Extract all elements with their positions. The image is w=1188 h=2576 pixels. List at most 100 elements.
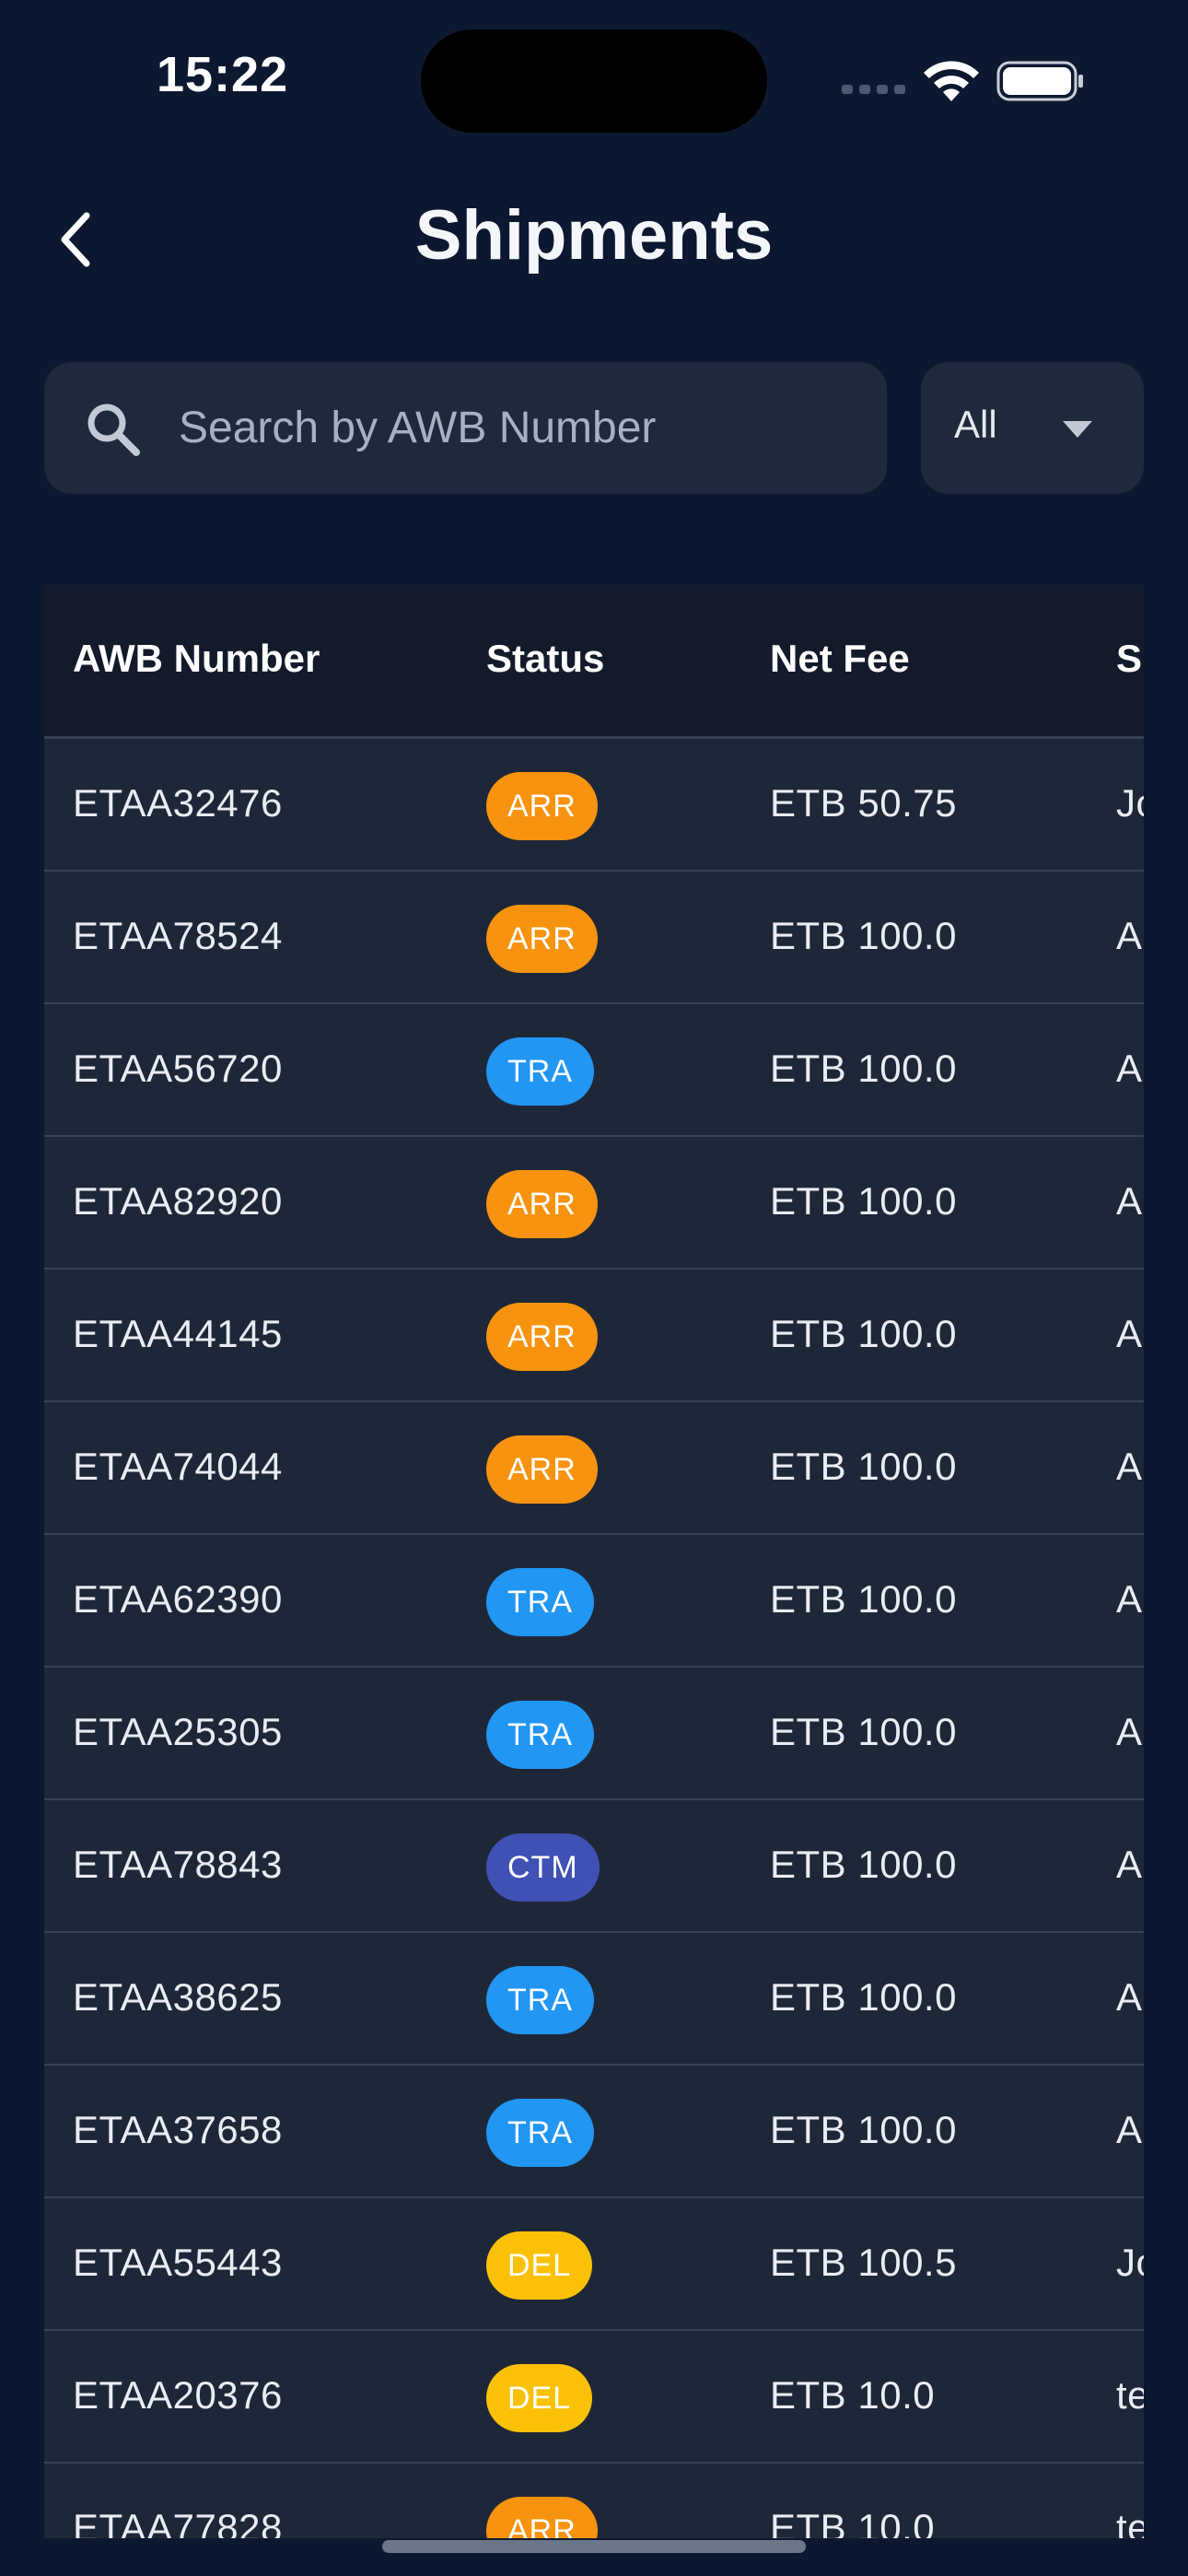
table-row[interactable]: ETAA25305 TRA ETB 100.0 A xyxy=(44,1668,1144,1800)
awb-number-cell: ETAA77828 xyxy=(73,2506,283,2538)
net-fee-cell: ETB 50.75 xyxy=(770,781,957,825)
awb-number-cell: ETAA25305 xyxy=(73,1710,283,1753)
status-time: 15:22 xyxy=(157,47,289,102)
status-badge: ARR xyxy=(486,2497,598,2538)
sender-cell: A xyxy=(1116,1710,1143,1753)
table-row[interactable]: ETAA62390 TRA ETB 100.0 A xyxy=(44,1535,1144,1668)
table-row[interactable]: ETAA78524 ARR ETB 100.0 A xyxy=(44,872,1144,1004)
awb-number-cell: ETAA56720 xyxy=(73,1047,283,1090)
net-fee-cell: ETB 100.0 xyxy=(770,1843,957,1886)
status-badge: ARR xyxy=(486,1170,598,1238)
status-badge: ARR xyxy=(486,1435,598,1504)
page-title: Shipments xyxy=(414,196,774,275)
status-badge: TRA xyxy=(486,2099,594,2167)
sender-cell: A xyxy=(1116,1312,1143,1355)
status-cell: TRA xyxy=(486,1966,594,2034)
column-header-awb[interactable]: AWB Number xyxy=(73,637,320,681)
net-fee-cell: ETB 100.0 xyxy=(770,1975,957,2019)
status-badge: ARR xyxy=(486,772,598,840)
status-cell: DEL xyxy=(486,2364,593,2432)
sender-cell: Jo xyxy=(1116,2241,1144,2284)
column-header-net-fee[interactable]: Net Fee xyxy=(770,637,910,681)
status-cell: CTM xyxy=(486,1833,600,1902)
net-fee-cell: ETB 100.0 xyxy=(770,1710,957,1753)
table-row[interactable]: ETAA82920 ARR ETB 100.0 A xyxy=(44,1137,1144,1270)
shipments-table[interactable]: AWB Number Status Net Fee S ETAA32476 ARR… xyxy=(44,585,1144,2538)
status-badge: TRA xyxy=(486,1966,594,2034)
awb-number-cell: ETAA74044 xyxy=(73,1445,283,1488)
awb-number-cell: ETAA37658 xyxy=(73,2108,283,2151)
status-badge: DEL xyxy=(486,2364,593,2432)
sender-cell: A xyxy=(1116,1843,1143,1886)
table-row[interactable]: ETAA37658 TRA ETB 100.0 A xyxy=(44,2066,1144,2198)
table-row[interactable]: ETAA32476 ARR ETB 50.75 Jo xyxy=(44,739,1144,872)
table-row[interactable]: ETAA74044 ARR ETB 100.0 A xyxy=(44,1402,1144,1535)
status-bar: 15:22 xyxy=(0,0,1188,157)
status-cell: ARR xyxy=(486,1303,598,1371)
awb-number-cell: ETAA20376 xyxy=(73,2373,283,2417)
sender-cell: te xyxy=(1116,2373,1144,2417)
search-box[interactable] xyxy=(44,362,887,494)
net-fee-cell: ETB 10.0 xyxy=(770,2506,936,2538)
dynamic-island xyxy=(421,29,767,133)
net-fee-cell: ETB 100.0 xyxy=(770,914,957,957)
table-row[interactable]: ETAA78843 CTM ETB 100.0 A xyxy=(44,1800,1144,1933)
net-fee-cell: ETB 100.0 xyxy=(770,1577,957,1621)
status-cell: ARR xyxy=(486,1170,598,1238)
awb-number-cell: ETAA78843 xyxy=(73,1843,283,1886)
sender-cell: A xyxy=(1116,2108,1143,2151)
home-indicator xyxy=(382,2540,806,2553)
table-body: ETAA32476 ARR ETB 50.75 Jo ETAA78524 ARR ETB 1… xyxy=(44,739,1144,2538)
status-cell: TRA xyxy=(486,1701,594,1769)
status-badge: TRA xyxy=(486,1568,594,1636)
sender-cell: A xyxy=(1116,1577,1143,1621)
table-row[interactable]: ETAA56720 TRA ETB 100.0 A xyxy=(44,1004,1144,1137)
awb-number-cell: ETAA82920 xyxy=(73,1179,283,1223)
column-header-sender[interactable]: S xyxy=(1116,637,1142,681)
cellular-signal-icon xyxy=(842,85,906,96)
net-fee-cell: ETB 100.0 xyxy=(770,1445,957,1488)
sender-cell: te xyxy=(1116,2506,1144,2538)
awb-number-cell: ETAA38625 xyxy=(73,1975,283,2019)
sender-cell: A xyxy=(1116,1179,1143,1223)
awb-number-cell: ETAA62390 xyxy=(73,1577,283,1621)
battery-icon xyxy=(996,61,1083,101)
wifi-icon xyxy=(924,61,979,101)
status-cell: ARR xyxy=(486,2497,598,2538)
status-cell: ARR xyxy=(486,772,598,840)
net-fee-cell: ETB 100.0 xyxy=(770,1047,957,1090)
status-badge: CTM xyxy=(486,1833,600,1902)
sender-cell: A xyxy=(1116,914,1143,957)
sender-cell: A xyxy=(1116,1445,1143,1488)
column-header-status[interactable]: Status xyxy=(486,637,604,681)
filter-selected-value: All xyxy=(954,403,997,446)
net-fee-cell: ETB 100.5 xyxy=(770,2241,957,2284)
status-cell: TRA xyxy=(486,1037,594,1106)
status-badge: ARR xyxy=(486,1303,598,1371)
status-badge: DEL xyxy=(486,2231,593,2300)
status-cell: TRA xyxy=(486,2099,594,2167)
awb-number-cell: ETAA32476 xyxy=(73,781,283,825)
awb-number-cell: ETAA44145 xyxy=(73,1312,283,1355)
table-row[interactable]: ETAA44145 ARR ETB 100.0 A xyxy=(44,1270,1144,1402)
table-row[interactable]: ETAA77828 ARR ETB 10.0 te xyxy=(44,2464,1144,2538)
awb-number-cell: ETAA78524 xyxy=(73,914,283,957)
sender-cell: A xyxy=(1116,1975,1143,2019)
table-header: AWB Number Status Net Fee S xyxy=(44,585,1144,739)
awb-number-cell: ETAA55443 xyxy=(73,2241,283,2284)
net-fee-cell: ETB 100.0 xyxy=(770,2108,957,2151)
table-row[interactable]: ETAA20376 DEL ETB 10.0 te xyxy=(44,2331,1144,2464)
chevron-down-icon xyxy=(1063,421,1092,438)
status-filter-dropdown[interactable]: All xyxy=(921,362,1144,494)
net-fee-cell: ETB 100.0 xyxy=(770,1312,957,1355)
status-badge: TRA xyxy=(486,1701,594,1769)
status-cell: ARR xyxy=(486,905,598,973)
table-row[interactable]: ETAA55443 DEL ETB 100.5 Jo xyxy=(44,2198,1144,2331)
sender-cell: Jo xyxy=(1116,781,1144,825)
table-row[interactable]: ETAA38625 TRA ETB 100.0 A xyxy=(44,1933,1144,2066)
net-fee-cell: ETB 10.0 xyxy=(770,2373,936,2417)
status-cell: ARR xyxy=(486,1435,598,1504)
status-badge: ARR xyxy=(486,905,598,973)
search-input[interactable] xyxy=(177,362,858,494)
status-cell: DEL xyxy=(486,2231,593,2300)
